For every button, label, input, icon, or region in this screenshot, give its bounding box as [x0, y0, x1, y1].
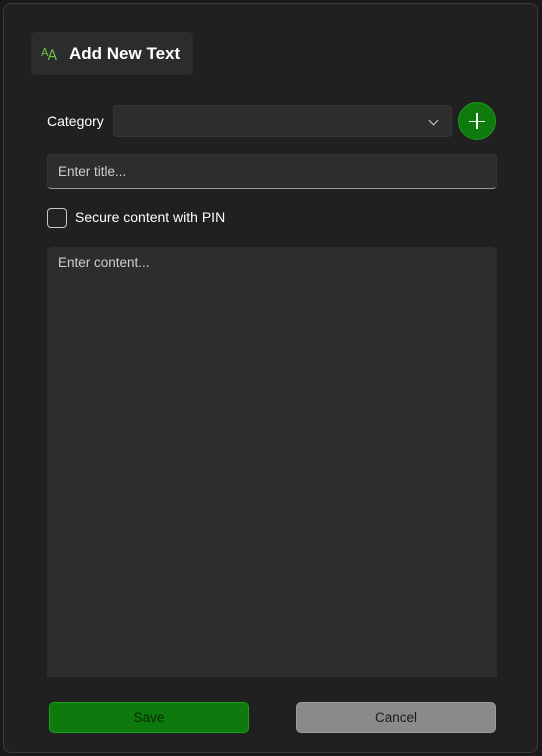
dialog-title: Add New Text [69, 43, 181, 63]
content-textarea[interactable] [47, 247, 497, 677]
dialog-header: AA Add New Text [31, 32, 193, 75]
plus-icon-stroke [476, 113, 478, 129]
cancel-button[interactable]: Cancel [296, 702, 496, 733]
save-button[interactable]: Save [49, 702, 249, 733]
chevron-down-icon [428, 115, 439, 126]
secure-pin-checkbox[interactable] [47, 208, 67, 228]
add-category-button[interactable] [458, 102, 496, 140]
font-size-icon: AA [41, 45, 58, 64]
category-label: Category [47, 113, 104, 129]
secure-pin-label: Secure content with PIN [75, 209, 226, 225]
title-input[interactable] [47, 154, 497, 189]
category-dropdown[interactable] [113, 105, 452, 137]
